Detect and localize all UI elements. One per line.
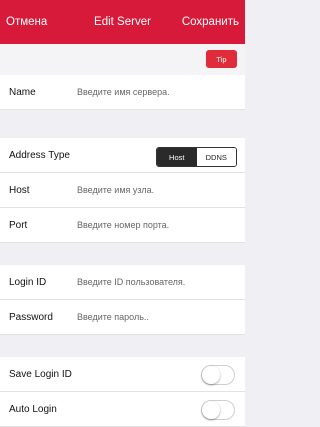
host-row: Host Введите имя узла. <box>0 173 245 208</box>
address-type-segmented-control[interactable]: Host DDNS <box>156 147 237 167</box>
save-login-id-row: Save Login ID <box>0 357 245 392</box>
auto-login-toggle[interactable] <box>201 400 235 420</box>
nav-bar: Отмена Edit Server Сохранить <box>0 0 245 44</box>
password-input[interactable]: Введите пароль.. <box>77 312 149 322</box>
toggle-knob <box>202 366 220 384</box>
host-label: Host <box>9 184 30 196</box>
host-option[interactable]: Host <box>157 148 197 166</box>
name-row: Name Введите имя сервера. <box>0 75 245 110</box>
host-input[interactable]: Введите имя узла. <box>77 185 154 195</box>
name-input[interactable]: Введите имя сервера. <box>77 87 170 97</box>
password-row: Password Введите пароль.. <box>0 300 245 335</box>
login-id-input[interactable]: Введите ID пользователя. <box>77 277 185 287</box>
save-login-id-label: Save Login ID <box>9 368 72 380</box>
port-input[interactable]: Введите номер порта. <box>77 220 169 230</box>
port-row: Port Введите номер порта. <box>0 208 245 243</box>
port-label: Port <box>9 219 28 231</box>
login-id-label: Login ID <box>9 276 47 288</box>
address-type-row: Address Type Host DDNS <box>0 138 245 173</box>
password-label: Password <box>9 311 53 323</box>
section-spacer <box>0 110 245 139</box>
save-login-id-toggle[interactable] <box>201 365 235 385</box>
address-type-label: Address Type <box>9 149 70 161</box>
ddns-option[interactable]: DDNS <box>196 148 236 166</box>
auto-login-row: Auto Login <box>0 392 245 427</box>
toggle-knob <box>202 401 220 419</box>
tip-button[interactable]: Tip <box>206 50 237 68</box>
tip-bar: Tip <box>0 44 245 76</box>
save-button[interactable]: Сохранить <box>182 16 239 28</box>
auto-login-label: Auto Login <box>9 403 57 415</box>
name-label: Name <box>9 86 36 98</box>
cancel-button[interactable]: Отмена <box>6 16 47 28</box>
section-spacer <box>0 335 245 358</box>
login-id-row: Login ID Введите ID пользователя. <box>0 265 245 300</box>
section-spacer <box>0 243 245 266</box>
